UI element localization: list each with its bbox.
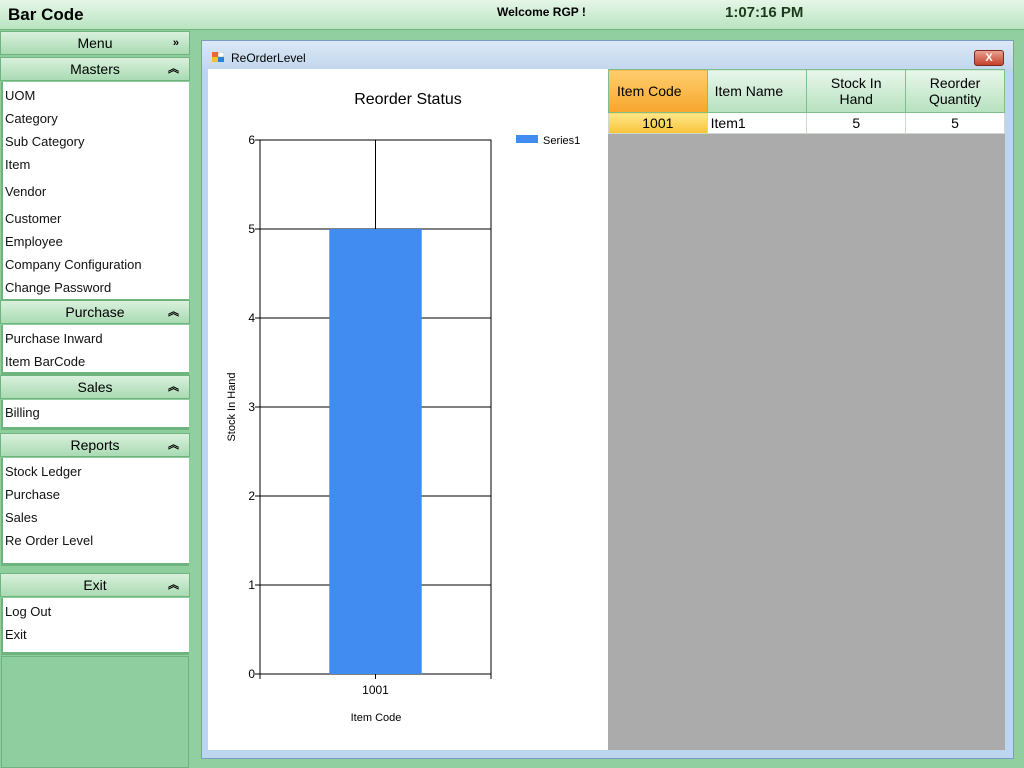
legend-label: Series1 [543,135,580,147]
y-axis-label: Stock In Hand [226,372,238,441]
double-chevron-right-icon: » [172,37,179,49]
sidebar-item-re-order-level[interactable]: Re Order Level [5,533,93,548]
sidebar-item-vendor[interactable]: Vendor [5,184,46,199]
clock: 1:07:16 PM [725,4,804,21]
sidebar-item-employee[interactable]: Employee [5,234,63,249]
sidebar: Menu » Masters ︽ UOM Category Sub Catego… [0,31,190,768]
data-grid: Item Code Item Name Stock In Hand Reorde… [608,69,1005,750]
app-titlebar: Bar Code Welcome RGP ! 1:07:16 PM [0,0,1024,30]
section-header-reports[interactable]: Reports ︽ [0,433,190,457]
cell-stock-in-hand[interactable]: 5 [806,112,907,134]
sidebar-filler [1,656,189,768]
close-icon: X [985,52,993,64]
sidebar-item-sub-category[interactable]: Sub Category [5,134,85,149]
purchase-panel: Purchase Inward Item BarCode [1,325,189,375]
double-chevron-up-icon: ︽ [168,63,179,75]
y-tick-label: 0 [248,667,255,681]
reorder-chart: Reorder Status 0 1 2 3 4 5 6 1001 Stock In Hand… [226,91,580,724]
section-header-exit[interactable]: Exit ︽ [0,573,190,597]
y-tick-label: 1 [248,578,255,592]
bar-1001 [329,229,422,674]
window-titlebar[interactable]: ReOrderLevel X [202,41,1013,69]
sidebar-item-category[interactable]: Category [5,111,58,126]
sidebar-item-purchase-report[interactable]: Purchase [5,487,60,502]
sidebar-item-log-out[interactable]: Log Out [5,604,51,619]
reports-panel: Stock Ledger Purchase Sales Re Order Lev… [1,458,189,566]
form-icon [212,52,224,62]
chart-panel: Reorder Status 0 1 2 3 4 5 6 1001 Stock In Hand… [208,69,608,750]
section-label: Sales [77,379,113,395]
y-tick-label: 5 [248,222,255,236]
sidebar-item-change-password[interactable]: Change Password [5,280,111,295]
table-row[interactable]: 1001 Item1 5 5 [608,112,1005,134]
app-title: Bar Code [8,5,84,24]
sidebar-item-item[interactable]: Item [5,157,30,172]
cell-item-name[interactable]: Item1 [706,112,808,134]
sales-panel: Billing [1,400,189,430]
cell-reorder-quantity[interactable]: 5 [905,112,1005,134]
section-label: Masters [70,61,120,77]
close-button[interactable]: X [974,50,1004,66]
x-tick-label: 1001 [362,683,389,697]
sidebar-item-sales-report[interactable]: Sales [5,510,38,525]
double-chevron-up-icon: ︽ [168,306,179,318]
legend-swatch [516,135,538,143]
double-chevron-up-icon: ︽ [168,579,179,591]
sidebar-item-uom[interactable]: UOM [5,88,35,103]
reorder-table: Item Code Item Name Stock In Hand Reorde… [608,69,1005,134]
sidebar-item-stock-ledger[interactable]: Stock Ledger [5,464,82,479]
chart-title: Reorder Status [354,91,462,108]
cell-item-code[interactable]: 1001 [608,112,708,134]
section-label: Purchase [65,304,125,320]
double-chevron-up-icon: ︽ [168,381,179,393]
sidebar-item-company-configuration[interactable]: Company Configuration [5,257,142,272]
y-tick-label: 2 [248,489,255,503]
column-header-item-code[interactable]: Item Code [608,69,708,113]
double-chevron-up-icon: ︽ [168,439,179,451]
table-header-row: Item Code Item Name Stock In Hand Reorde… [608,69,1005,113]
column-header-reorder-quantity[interactable]: Reorder Quantity [905,69,1005,113]
column-header-stock-in-hand[interactable]: Stock In Hand [806,69,907,113]
column-header-item-name[interactable]: Item Name [706,69,808,113]
sidebar-item-exit[interactable]: Exit [5,627,27,642]
welcome-message: Welcome RGP ! [497,5,586,19]
sidebar-item-billing[interactable]: Billing [5,405,40,420]
section-header-masters[interactable]: Masters ︽ [0,57,190,81]
menu-label: Menu [77,35,113,51]
section-label: Reports [70,437,120,453]
section-header-purchase[interactable]: Purchase ︽ [0,300,190,324]
y-tick-label: 4 [248,311,255,325]
sidebar-item-item-barcode[interactable]: Item BarCode [5,354,85,369]
section-header-sales[interactable]: Sales ︽ [0,375,190,399]
exit-panel: Log Out Exit [1,598,189,655]
section-label: Exit [83,577,107,593]
sidebar-item-purchase-inward[interactable]: Purchase Inward [5,331,103,346]
y-tick-label: 3 [248,400,255,414]
menu-toggle-button[interactable]: Menu » [0,31,190,55]
window-title: ReOrderLevel [231,51,306,65]
sidebar-item-customer[interactable]: Customer [5,211,61,226]
y-tick-label: 6 [248,133,255,147]
masters-panel: UOM Category Sub Category Item Vendor Cu… [1,82,189,302]
x-axis-label: Item Code [351,712,402,724]
